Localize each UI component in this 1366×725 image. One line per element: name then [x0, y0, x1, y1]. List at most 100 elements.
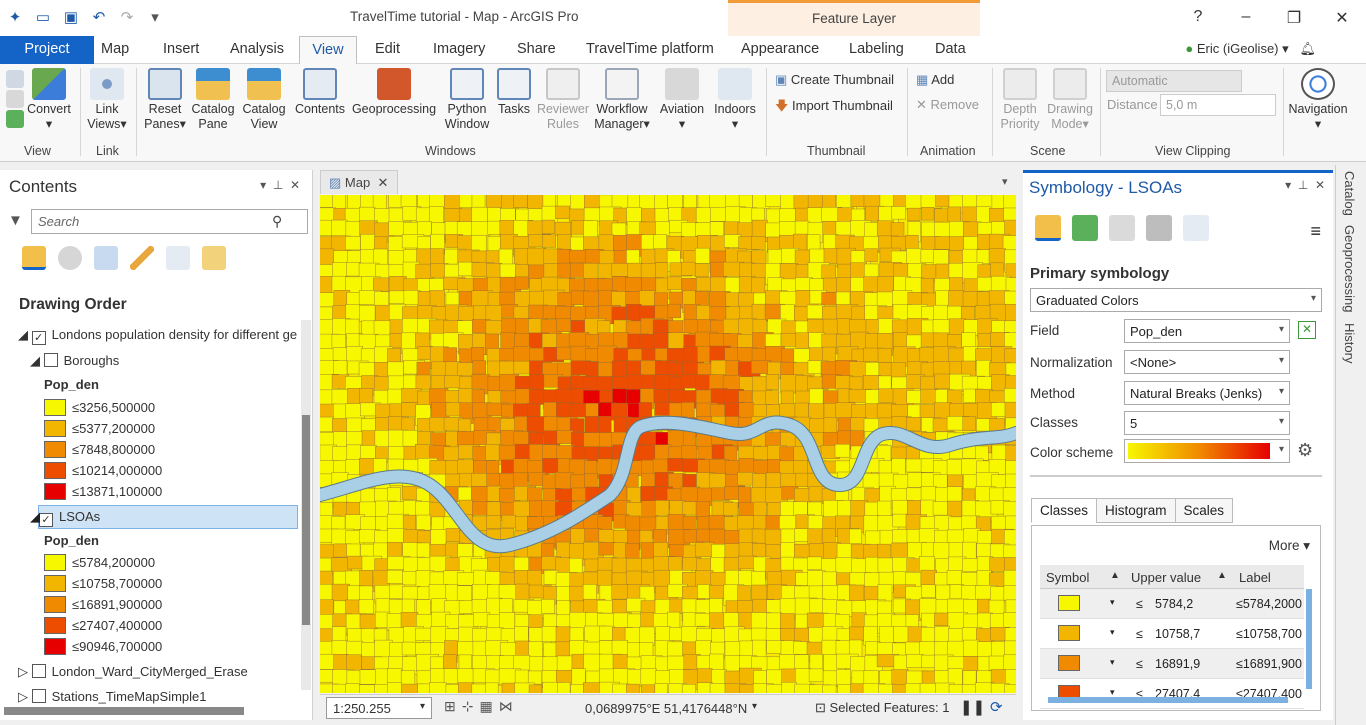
- scrollbar-thumb[interactable]: [302, 415, 310, 625]
- normalization-select[interactable]: <None>: [1124, 350, 1290, 374]
- expression-icon[interactable]: ✕: [1298, 321, 1316, 339]
- rail-tab-catalog[interactable]: Catalog: [1342, 171, 1357, 216]
- python-window-button[interactable]: Python Window: [441, 68, 493, 132]
- col-upper-value[interactable]: Upper value: [1131, 570, 1201, 585]
- layer-boroughs[interactable]: ◢ Boroughs: [30, 353, 119, 375]
- class-label[interactable]: ≤16891,900: [1236, 657, 1302, 671]
- clipping-mode-select[interactable]: Automatic: [1106, 70, 1242, 92]
- color-swatch[interactable]: [44, 420, 66, 437]
- expand-arrow-icon[interactable]: ▷: [18, 664, 28, 679]
- layer-group-london[interactable]: ◢ ✓ Londons population density for differ…: [18, 327, 297, 349]
- close-icon[interactable]: ✕: [1315, 178, 1325, 192]
- rail-tab-geoprocessing[interactable]: Geoprocessing: [1342, 225, 1357, 312]
- vary-symbology-icon[interactable]: [1072, 215, 1098, 241]
- chevron-down-icon[interactable]: ▾: [1110, 597, 1115, 608]
- splitter[interactable]: [1030, 475, 1322, 477]
- remove-keyframe-button[interactable]: ✕ Remove: [916, 97, 979, 113]
- upper-value[interactable]: 5784,2: [1155, 597, 1193, 611]
- choropleth-map[interactable]: [320, 195, 1016, 693]
- color-swatch[interactable]: [44, 462, 66, 479]
- primary-symbology-icon[interactable]: [1035, 215, 1061, 241]
- hamburger-menu-icon[interactable]: ≡: [1310, 221, 1321, 242]
- drawing-order-icon[interactable]: [22, 246, 46, 270]
- indoors-button[interactable]: Indoors ▾: [710, 68, 760, 132]
- upper-value[interactable]: 16891,9: [1155, 657, 1200, 671]
- color-swatch[interactable]: [44, 483, 66, 500]
- selection-icon[interactable]: [94, 246, 118, 270]
- color-swatch[interactable]: [44, 638, 66, 655]
- pin-icon[interactable]: ⊥: [273, 178, 283, 192]
- classes-select[interactable]: 5: [1124, 411, 1290, 435]
- sort-icon[interactable]: ▲: [1217, 570, 1227, 581]
- collapse-arrow-icon[interactable]: ◢: [18, 327, 28, 342]
- chevron-down-icon[interactable]: ▾: [1110, 627, 1115, 638]
- link-views-button[interactable]: Link Views▾: [86, 68, 128, 132]
- table-row[interactable]: ▾ ≤27407,4 ≤27407,400: [1040, 679, 1304, 709]
- add-keyframe-button[interactable]: ▦ Add: [916, 72, 954, 88]
- expand-arrow-icon[interactable]: ▷: [18, 689, 28, 704]
- restore-icon[interactable]: ❐: [1270, 4, 1318, 28]
- pane-menu-icon[interactable]: ▾: [1285, 178, 1291, 192]
- color-scheme-select[interactable]: [1124, 439, 1290, 463]
- pane-menu-icon[interactable]: ▾: [260, 178, 266, 192]
- tab-map-view[interactable]: ▨ Map ✕: [320, 170, 398, 194]
- more-menu[interactable]: More ▾: [1269, 538, 1310, 554]
- table-row[interactable]: ▾ ≤10758,7 ≤10758,700: [1040, 619, 1304, 649]
- visibility-checkbox[interactable]: ✓: [31, 331, 46, 345]
- contents-scrollbar[interactable]: [301, 320, 311, 690]
- minimize-icon[interactable]: –: [1222, 4, 1270, 28]
- snapping-icon[interactable]: [166, 246, 190, 270]
- close-icon[interactable]: ✕: [290, 178, 300, 192]
- visibility-checkbox[interactable]: [43, 353, 58, 367]
- tab-analysis[interactable]: Analysis: [230, 41, 284, 57]
- filter-icon[interactable]: [1146, 215, 1172, 241]
- new-project-icon[interactable]: ✦: [6, 8, 24, 26]
- map-tools-icons[interactable]: ⊞⊹▦⋈: [444, 698, 519, 715]
- close-icon[interactable]: ✕: [377, 175, 388, 190]
- collapse-arrow-icon[interactable]: ◢: [30, 509, 40, 525]
- tab-traveltime-platform[interactable]: TravelTime platform: [586, 41, 714, 57]
- depth-priority-button[interactable]: Depth Priority: [997, 68, 1043, 132]
- drawing-mode-button[interactable]: Drawing Mode▾: [1046, 68, 1094, 132]
- tab-imagery[interactable]: Imagery: [433, 41, 485, 57]
- chevron-down-icon[interactable]: ▾: [1110, 657, 1115, 668]
- close-icon[interactable]: ✕: [1318, 4, 1366, 28]
- collapse-arrow-icon[interactable]: ◢: [30, 353, 40, 368]
- tab-share[interactable]: Share: [517, 41, 556, 57]
- upper-value[interactable]: 10758,7: [1155, 627, 1200, 641]
- tasks-button[interactable]: Tasks: [494, 68, 534, 117]
- geoprocessing-button[interactable]: Geoprocessing: [350, 68, 438, 117]
- save-icon[interactable]: ▣: [62, 8, 80, 26]
- aviation-button[interactable]: Aviation ▾: [656, 68, 708, 132]
- symbol-swatch[interactable]: [1058, 595, 1080, 611]
- selected-features[interactable]: ⊡ Selected Features: 1: [815, 700, 950, 716]
- color-swatch[interactable]: [44, 617, 66, 634]
- reset-panes-button[interactable]: Reset Panes▾: [142, 68, 188, 132]
- visibility-checkbox[interactable]: ✓: [39, 513, 53, 527]
- search-icon[interactable]: ⚲: [272, 213, 282, 230]
- import-thumbnail-button[interactable]: 🡇 Import Thumbnail: [775, 97, 893, 119]
- rail-tab-history[interactable]: History: [1342, 323, 1357, 363]
- symbol-swatch[interactable]: [1058, 655, 1080, 671]
- gear-icon[interactable]: ⚙: [1297, 440, 1313, 461]
- tab-classes[interactable]: Classes: [1031, 498, 1098, 523]
- chevron-down-icon[interactable]: ▾: [1002, 175, 1008, 188]
- create-thumbnail-button[interactable]: ▣ Create Thumbnail: [775, 72, 894, 88]
- tab-appearance[interactable]: Appearance: [741, 41, 819, 57]
- tab-scales[interactable]: Scales: [1174, 498, 1234, 523]
- tab-labeling[interactable]: Labeling: [849, 41, 904, 57]
- notification-bell-icon[interactable]: 🔔︎: [1299, 41, 1316, 56]
- help-button[interactable]: ?: [1174, 4, 1222, 28]
- view-small-icons[interactable]: [4, 70, 26, 130]
- labeling-icon[interactable]: [202, 246, 226, 270]
- user-menu[interactable]: ● Eric (iGeolise) ▾ 🔔︎: [1185, 41, 1316, 57]
- chevron-down-icon[interactable]: ▾: [420, 701, 425, 712]
- visibility-checkbox[interactable]: [31, 689, 46, 703]
- color-swatch[interactable]: [44, 554, 66, 571]
- redo-icon[interactable]: ↷: [118, 8, 136, 26]
- symbol-swatch[interactable]: [1058, 625, 1080, 641]
- map-view[interactable]: [320, 195, 1016, 693]
- method-select[interactable]: Natural Breaks (Jenks): [1124, 381, 1290, 405]
- color-swatch[interactable]: [44, 399, 66, 416]
- reviewer-rules-button[interactable]: Reviewer Rules: [536, 68, 590, 132]
